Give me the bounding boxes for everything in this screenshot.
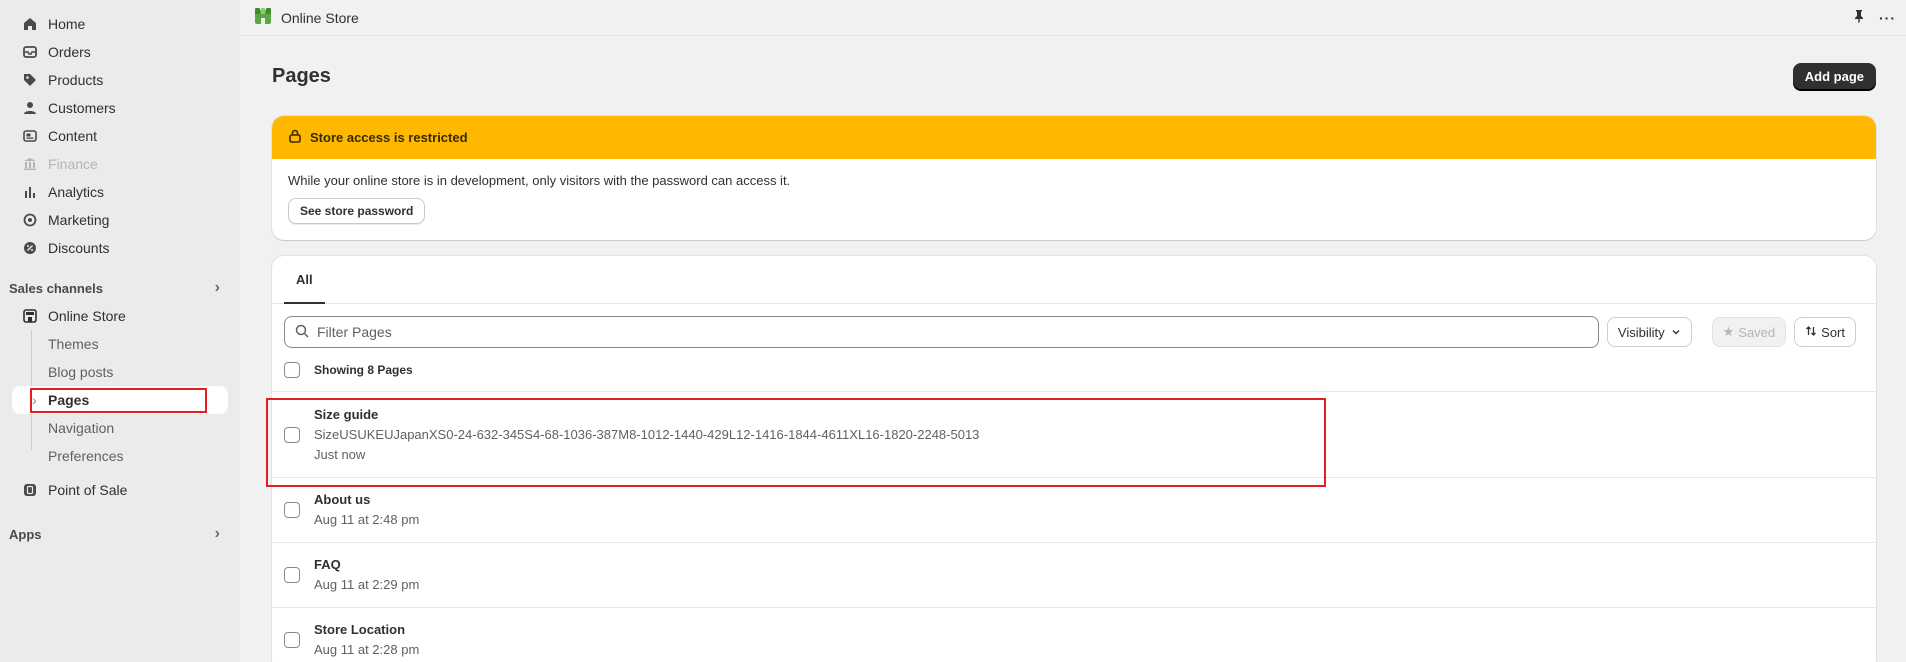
see-store-password-button[interactable]: See store password bbox=[288, 198, 426, 224]
sidebar-item-label: Discounts bbox=[48, 240, 110, 256]
add-page-button[interactable]: Add page bbox=[1792, 62, 1876, 90]
sidebar-item-products[interactable]: Products bbox=[0, 66, 240, 94]
sidebar-item-label: Online Store bbox=[48, 308, 126, 324]
sidebar-item-label: Marketing bbox=[48, 212, 110, 228]
target-icon bbox=[22, 212, 38, 228]
store-restricted-banner: Store access is restricted While your on… bbox=[272, 116, 1876, 240]
page-name: Store Location bbox=[314, 622, 406, 637]
sidebar-item-content[interactable]: Content bbox=[0, 122, 240, 150]
home-icon bbox=[22, 16, 38, 32]
page-header: Pages Add page bbox=[272, 36, 1876, 116]
top-bar: Online Store ··· bbox=[240, 0, 1906, 36]
pos-icon bbox=[22, 482, 38, 498]
sidebar-item-preferences[interactable]: Preferences bbox=[0, 442, 240, 470]
visibility-label: Visibility bbox=[1617, 324, 1665, 340]
table-row[interactable]: About us Aug 11 at 2:48 pm bbox=[272, 478, 1876, 543]
filter-bar: Filter Pages Visibility ★ Saved Sort bbox=[272, 304, 1876, 348]
sort-button[interactable]: Sort bbox=[1794, 317, 1856, 347]
apps-header[interactable]: Apps › bbox=[0, 520, 240, 548]
highlight-box-size-guide bbox=[266, 398, 1326, 487]
more-options-icon[interactable]: ··· bbox=[1879, 10, 1896, 26]
visibility-filter-button[interactable]: Visibility bbox=[1606, 317, 1692, 347]
sidebar-item-label: Orders bbox=[48, 44, 91, 60]
row-checkbox[interactable] bbox=[284, 632, 300, 648]
sidebar-item-marketing[interactable]: Marketing bbox=[0, 206, 240, 234]
page-name: FAQ bbox=[314, 557, 341, 572]
sidebar-item-label: Analytics bbox=[48, 184, 105, 200]
sidebar-item-themes[interactable]: Themes bbox=[0, 330, 240, 358]
tab-all[interactable]: All bbox=[284, 256, 325, 304]
main-content: Pages Add page Store access is restricte… bbox=[266, 36, 1876, 662]
sort-label: Sort bbox=[1821, 324, 1845, 340]
showing-count: Showing 8 Pages bbox=[314, 362, 413, 377]
page-title: Pages bbox=[272, 64, 331, 87]
filter-pages-input[interactable]: Filter Pages bbox=[284, 316, 1599, 348]
sidebar-item-label: Finance bbox=[48, 156, 98, 172]
pages-list-card: All Filter Pages Visibility ★ Saved Sort… bbox=[266, 256, 1876, 662]
sidebar-item-label: Products bbox=[48, 72, 104, 88]
chevron-down-icon bbox=[1671, 325, 1681, 340]
star-icon: ★ bbox=[1722, 324, 1735, 339]
showing-count-row: Showing 8 Pages bbox=[272, 348, 1876, 392]
sidebar-item-label: Point of Sale bbox=[48, 482, 128, 498]
topbar-title: Online Store bbox=[281, 9, 359, 26]
page-updated-time: Aug 11 at 2:28 pm bbox=[314, 642, 420, 657]
banner-title: Store access is restricted bbox=[310, 130, 468, 145]
chevron-right-icon: › bbox=[214, 525, 220, 542]
banner-header: Store access is restricted bbox=[272, 116, 1876, 159]
apps-label: Apps bbox=[9, 526, 42, 542]
table-row[interactable]: FAQ Aug 11 at 2:29 pm bbox=[272, 543, 1876, 608]
chevron-right-icon: › bbox=[214, 279, 220, 296]
tag-icon bbox=[22, 72, 38, 88]
page-updated-time: Aug 11 at 2:29 pm bbox=[314, 577, 420, 592]
sidebar-item-label: Home bbox=[48, 16, 86, 32]
page-updated-time: Aug 11 at 2:48 pm bbox=[314, 512, 420, 527]
search-icon bbox=[295, 324, 317, 341]
sales-channels-header[interactable]: Sales channels › bbox=[0, 274, 240, 302]
sidebar-item-orders[interactable]: Orders bbox=[0, 38, 240, 66]
tabs: All bbox=[272, 256, 1876, 304]
discount-icon bbox=[22, 240, 38, 256]
sidebar-item-analytics[interactable]: Analytics bbox=[0, 178, 240, 206]
select-all-checkbox[interactable] bbox=[284, 361, 300, 378]
sidebar-item-navigation[interactable]: Navigation bbox=[0, 414, 240, 442]
lock-icon bbox=[288, 129, 310, 146]
saved-button[interactable]: ★ Saved bbox=[1711, 317, 1787, 347]
person-icon bbox=[22, 100, 38, 116]
sidebar-item-label: Content bbox=[48, 128, 98, 144]
orders-icon bbox=[22, 44, 38, 60]
content-icon bbox=[22, 128, 38, 144]
sidebar-item-customers[interactable]: Customers bbox=[0, 94, 240, 122]
sidebar: Home Orders Products Customers Content F… bbox=[0, 0, 240, 662]
banner-message: While your online store is in developmen… bbox=[288, 173, 791, 188]
search-placeholder: Filter Pages bbox=[317, 324, 392, 340]
sidebar-item-point-of-sale[interactable]: Point of Sale bbox=[0, 476, 240, 504]
bank-icon bbox=[22, 156, 38, 172]
saved-label: Saved bbox=[1738, 324, 1776, 340]
sidebar-item-online-store[interactable]: Online Store bbox=[0, 302, 240, 330]
sidebar-item-finance[interactable]: Finance bbox=[0, 150, 240, 178]
sidebar-item-home[interactable]: Home bbox=[0, 10, 240, 38]
sidebar-item-blog-posts[interactable]: Blog posts bbox=[0, 358, 240, 386]
page-name: About us bbox=[314, 492, 371, 507]
pin-icon[interactable] bbox=[1853, 9, 1865, 26]
sales-channels-label: Sales channels bbox=[9, 280, 103, 296]
row-checkbox[interactable] bbox=[284, 567, 300, 583]
row-checkbox[interactable] bbox=[284, 502, 300, 518]
online-store-logo-icon bbox=[254, 7, 272, 28]
table-row[interactable]: Store Location Aug 11 at 2:28 pm bbox=[272, 608, 1876, 662]
banner-body: While your online store is in developmen… bbox=[272, 159, 1876, 240]
bar-chart-icon bbox=[22, 184, 38, 200]
highlight-box-pages bbox=[30, 388, 207, 413]
sidebar-item-label: Customers bbox=[48, 100, 116, 116]
sort-icon bbox=[1805, 325, 1817, 340]
sidebar-item-discounts[interactable]: Discounts bbox=[0, 234, 240, 262]
store-icon bbox=[22, 308, 38, 324]
